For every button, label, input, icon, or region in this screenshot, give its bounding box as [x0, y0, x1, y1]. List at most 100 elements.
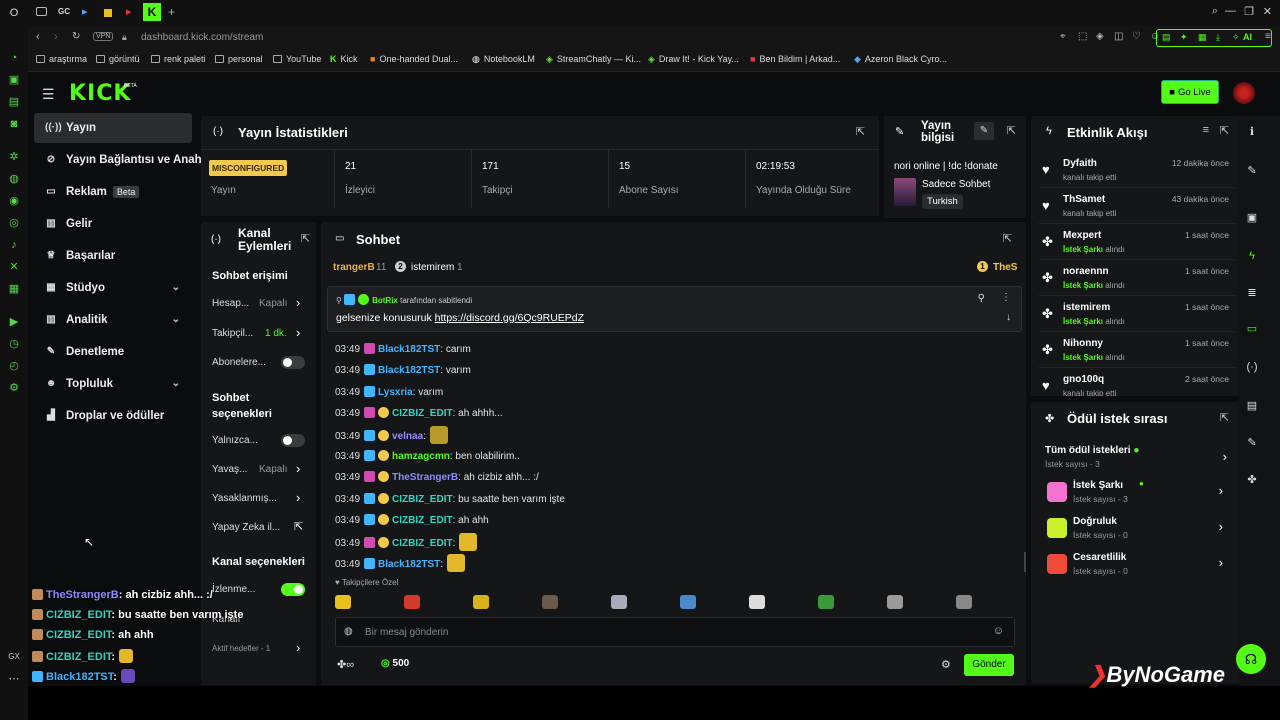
support-icon[interactable]: ☊: [1236, 644, 1266, 674]
chat-username[interactable]: hamzagcmn: [392, 451, 450, 462]
emote-icon[interactable]: [335, 595, 351, 609]
event-item[interactable]: ✤ Mexpert İstek Şarkı alındı 1 saat önce: [1039, 224, 1235, 260]
sidebar-item-basarilar[interactable]: ♕ Başarılar: [34, 241, 192, 271]
download-icon[interactable]: ⤓: [1216, 32, 1220, 43]
actions-icon[interactable]: ▤: [1244, 398, 1260, 414]
chat-username[interactable]: CIZBIZ_EDIT: [392, 515, 453, 526]
chevron-right-icon[interactable]: ›: [296, 490, 300, 505]
bookmark[interactable]: ◆ Azeron Black Cyro...: [854, 54, 947, 65]
chat-message[interactable]: 03:49 Lysxria: varım: [335, 383, 443, 403]
popout-icon[interactable]: ⇱: [1007, 124, 1016, 137]
back-icon[interactable]: ‹: [36, 31, 40, 43]
instagram-icon[interactable]: ◎: [7, 216, 21, 230]
search-icon[interactable]: ⌕: [1212, 5, 1218, 18]
send-button[interactable]: Gönder: [964, 654, 1014, 676]
extension-icon[interactable]: ✦: [1180, 32, 1188, 43]
tab-kick-icon[interactable]: K: [143, 3, 161, 21]
ai-button[interactable]: AI: [1243, 32, 1252, 42]
chat-message[interactable]: 03:49 Black182TST:: [335, 554, 466, 574]
bookmark[interactable]: araştırma: [36, 54, 87, 64]
tiktok-icon[interactable]: ♪: [7, 238, 21, 252]
active-goals[interactable]: Aktif hedefler - 1: [212, 644, 270, 653]
bookmark[interactable]: K Kick: [330, 54, 358, 64]
chat-message[interactable]: 03:49 TheStrangerB: ah cizbiz ahh... :/: [335, 468, 539, 488]
setting-followers[interactable]: Takipçil...: [212, 328, 253, 339]
tab-icon[interactable]: [36, 7, 47, 16]
hamburger-icon[interactable]: ☰: [42, 86, 55, 103]
pages-icon[interactable]: ▦: [1198, 32, 1207, 43]
chat-username[interactable]: CIZBIZ_EDIT: [392, 408, 453, 419]
tab-red-icon[interactable]: ▸: [126, 5, 132, 18]
channel-points-icon[interactable]: ✤∞: [337, 658, 354, 671]
messenger-icon[interactable]: ◙: [7, 117, 21, 131]
chat-message[interactable]: 03:49 Black182TST: carım: [335, 340, 471, 360]
chatgpt-icon[interactable]: ✲: [7, 150, 21, 164]
whatsapp-icon[interactable]: ◍: [7, 172, 21, 186]
info-icon[interactable]: ℹ: [1244, 124, 1260, 140]
gear-icon[interactable]: ⚙: [941, 658, 951, 671]
popout-icon[interactable]: ⇱: [301, 232, 310, 245]
list-icon[interactable]: ≣: [1244, 285, 1260, 301]
popout-icon[interactable]: ⇱: [856, 125, 865, 138]
reward-item[interactable]: Doğruluk İstek sayısı - 0 ›: [1039, 510, 1235, 546]
history-icon[interactable]: ◷: [7, 337, 21, 351]
setting-ai[interactable]: Yapay Zeka il...: [212, 522, 280, 533]
chat-message[interactable]: 03:49 CIZBIZ_EDIT: bu saatte ben varım iş…: [335, 490, 565, 510]
forward-icon[interactable]: ›: [54, 31, 58, 43]
reward-item[interactable]: Cesaretlilik İstek sayısı - 0 ›: [1039, 546, 1235, 582]
sidebar-item-reklam[interactable]: ▭ Reklam Beta: [34, 177, 192, 207]
external-link-icon[interactable]: ⇱: [294, 520, 303, 533]
chevron-right-icon[interactable]: ›: [1223, 449, 1227, 464]
sidebar-item-droplar[interactable]: ▟ Droplar ve ödüller: [34, 401, 192, 431]
emote-icon[interactable]: [611, 595, 627, 609]
emote-icon[interactable]: [956, 595, 972, 609]
new-tab-icon[interactable]: +: [168, 5, 175, 19]
camera-icon[interactable]: ◫: [1114, 31, 1123, 42]
url-field[interactable]: dashboard.kick.com/stream: [141, 32, 263, 43]
avatar[interactable]: [1233, 82, 1255, 104]
reward-item[interactable]: İstek Şarkı ● İstek sayısı - 3 ›: [1039, 474, 1235, 510]
bookmark[interactable]: ◍ NotebookLM: [472, 54, 535, 65]
subscribers-toggle[interactable]: [281, 356, 305, 369]
lightning-icon[interactable]: ϟ: [1244, 248, 1260, 264]
player-icon[interactable]: ▶: [7, 315, 21, 329]
sidebar-item-gelir[interactable]: ▥ Gelir: [34, 209, 192, 239]
event-item[interactable]: ✤ Nihonny İstek Şarkı alındı 1 saat önce: [1039, 332, 1235, 368]
bookmark[interactable]: renk paleti: [151, 54, 206, 64]
chat-message[interactable]: 03:49 CIZBIZ_EDIT: ah ahhh...: [335, 404, 503, 424]
bookmark[interactable]: görüntü: [96, 54, 140, 64]
chat-username[interactable]: TheStrangerB: [392, 472, 458, 483]
x-icon[interactable]: ✕: [7, 260, 21, 274]
only-toggle[interactable]: [281, 434, 305, 447]
pin-icon[interactable]: ⌖: [1060, 31, 1066, 42]
emoji-icon[interactable]: ☺: [993, 625, 1004, 637]
close-icon[interactable]: ✕: [1263, 5, 1272, 18]
chevron-right-icon[interactable]: ›: [296, 295, 300, 310]
shield-icon[interactable]: ◈: [1096, 31, 1104, 42]
emote-icon[interactable]: [473, 595, 489, 609]
event-item[interactable]: ♥ Dyfaith kanalı takip etti 12 dakika önce: [1039, 152, 1235, 188]
video-icon[interactable]: ▣: [1244, 210, 1260, 226]
setting-account[interactable]: Hesap...: [212, 298, 249, 309]
tab-play-icon[interactable]: ▸: [82, 5, 88, 18]
emote-icon[interactable]: [818, 595, 834, 609]
minimize-icon[interactable]: —: [1225, 5, 1236, 17]
setting-banned[interactable]: Yasaklanmış...: [212, 493, 277, 504]
chat-username[interactable]: velnaa: [392, 431, 423, 442]
setting-slow[interactable]: Yavaş...: [212, 464, 247, 475]
popout-icon[interactable]: ⇱: [1220, 411, 1229, 424]
menu-icon[interactable]: ≡: [1265, 31, 1271, 42]
speed-dial-icon[interactable]: ◔: [7, 51, 21, 65]
top-chatter[interactable]: trangerB: [333, 262, 375, 273]
sidebar-item-yayin[interactable]: ((·)) Yayın: [34, 113, 192, 143]
chevron-right-icon[interactable]: ›: [296, 325, 300, 340]
chat-message[interactable]: 03:49 CIZBIZ_EDIT:: [335, 532, 478, 553]
more-icon[interactable]: ⋯: [7, 672, 21, 686]
reload-icon[interactable]: ↻: [72, 31, 80, 42]
tab-bar-icon[interactable]: [104, 9, 112, 17]
emote-icon[interactable]: [887, 595, 903, 609]
sidebar-item-denetleme[interactable]: ✎ Denetleme: [34, 337, 192, 367]
vpn-badge[interactable]: VPN: [93, 32, 114, 41]
wallet-icon[interactable]: ▤: [7, 95, 21, 109]
sidebar-item-analitik[interactable]: ▥ Analitik ⌄: [34, 305, 192, 335]
